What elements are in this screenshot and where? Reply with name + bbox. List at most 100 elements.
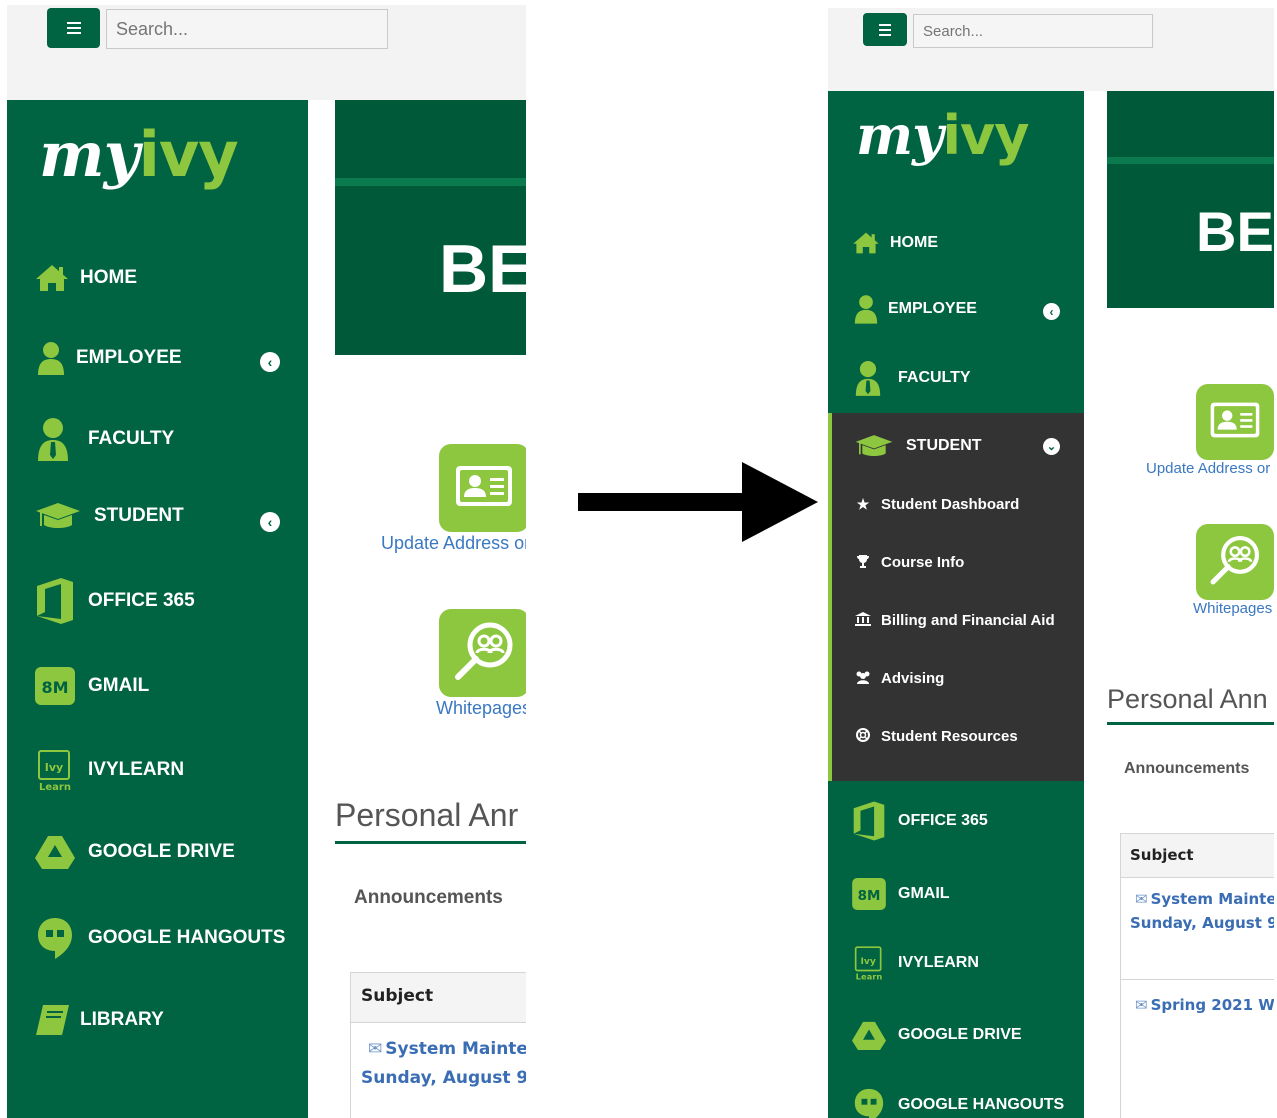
graduation-cap-icon <box>34 501 82 531</box>
top-bar <box>7 5 526 100</box>
hangouts-icon <box>34 917 76 959</box>
banner-title: BE <box>1196 200 1274 263</box>
before-screenshot: myivy HOME EMPLOYEE ‹ FACULTY STUDEN <box>7 5 526 1118</box>
nav-office365[interactable]: OFFICE 365 <box>34 578 195 624</box>
nav-google-hangouts[interactable]: GOOGLE HANGOUTS <box>34 916 285 960</box>
hamburger-menu-button[interactable] <box>863 13 907 46</box>
user-tie-icon <box>36 417 70 461</box>
nav-home[interactable]: HOME <box>34 260 137 296</box>
svg-text:8M: 8M <box>41 678 68 697</box>
myivy-logo: myivy <box>39 118 239 191</box>
whitepages-tile[interactable] <box>1196 524 1274 600</box>
graduation-cap-icon <box>854 433 894 459</box>
chevron-left-icon[interactable]: ‹ <box>260 352 280 372</box>
nav-faculty[interactable]: FACULTY <box>854 359 971 397</box>
whitepages-tile[interactable] <box>439 609 526 697</box>
nav-google-drive[interactable]: GOOGLE DRIVE <box>34 832 235 872</box>
hero-banner: BE <box>335 100 526 355</box>
gmail-icon: 8M <box>851 878 887 910</box>
announcements-table: Subject ✉ System Mainter Sunday, August 9… <box>1120 833 1274 1118</box>
update-address-link[interactable]: Update Address or <box>381 533 526 554</box>
hamburger-icon <box>879 21 891 39</box>
book-icon <box>34 1005 70 1035</box>
top-bar <box>828 8 1274 91</box>
svg-text:Ivy: Ivy <box>860 956 875 967</box>
nav-student[interactable]: STUDENT <box>854 431 1064 461</box>
user-icon <box>36 341 66 375</box>
hamburger-menu-button[interactable] <box>47 8 100 48</box>
nav-office365[interactable]: OFFICE 365 <box>851 801 988 841</box>
nav-google-hangouts[interactable]: GOOGLE HANGOUTS <box>851 1087 1064 1118</box>
nav-employee[interactable]: EMPLOYEE <box>36 338 296 378</box>
trophy-icon <box>854 554 872 571</box>
after-screenshot: myivy HOME EMPLOYEE ‹ FACULTY <box>828 8 1274 1118</box>
ivylearn-icon: Ivy Learn <box>34 749 76 791</box>
announcements-tab[interactable]: Announcements <box>1124 760 1249 778</box>
nav-home[interactable]: HOME <box>851 228 938 258</box>
update-address-tile[interactable] <box>1196 384 1274 460</box>
nav-ivylearn[interactable]: Ivy Learn IVYLEARN <box>851 944 979 982</box>
whitepages-link[interactable]: Whitepages <box>1193 600 1272 617</box>
announcement-link[interactable]: ✉ System Mainte <box>368 1039 526 1059</box>
contact-card-icon <box>1208 400 1262 445</box>
bank-icon <box>854 612 872 629</box>
svg-text:Ivy: Ivy <box>45 761 63 774</box>
submenu-student-dashboard[interactable]: ★ Student Dashboard <box>854 496 1020 513</box>
student-submenu-panel: STUDENT ⌄ ★ Student Dashboard Course Info… <box>828 413 1084 781</box>
banner-title: BE <box>439 231 526 307</box>
hangouts-icon <box>851 1088 887 1118</box>
sidebar: myivy HOME EMPLOYEE ‹ FACULTY STUDENT ⌄ … <box>828 91 1084 1118</box>
google-drive-icon <box>851 1021 887 1050</box>
section-heading: Personal Anr <box>335 797 519 833</box>
envelope-icon: ✉ <box>1135 996 1148 1014</box>
announcement-link[interactable]: ✉ Spring 2021 Wh <box>1135 996 1274 1014</box>
chevron-down-icon[interactable]: ⌄ <box>1043 438 1060 455</box>
submenu-billing-financial-aid[interactable]: Billing and Financial Aid <box>854 612 1055 629</box>
lifebuoy-icon <box>854 728 872 745</box>
nav-library[interactable]: LIBRARY <box>34 1002 164 1038</box>
section-heading: Personal Ann <box>1107 684 1268 714</box>
subject-column-header[interactable]: Subject <box>1121 834 1274 878</box>
svg-text:8M: 8M <box>858 888 881 904</box>
office-icon <box>34 578 76 624</box>
people-search-icon <box>1208 533 1262 592</box>
announcement-date[interactable]: Sunday, August 9 <box>1130 914 1274 932</box>
nav-faculty[interactable]: FACULTY <box>36 417 174 461</box>
envelope-icon: ✉ <box>1135 890 1148 908</box>
user-icon <box>853 294 879 324</box>
search-input[interactable] <box>106 9 388 49</box>
home-icon <box>851 231 881 255</box>
nav-ivylearn[interactable]: Ivy Learn IVYLEARN <box>34 748 184 792</box>
nav-employee[interactable]: EMPLOYEE <box>853 293 977 325</box>
announcement-link[interactable]: ✉ System Mainter <box>1135 890 1274 908</box>
submenu-advising[interactable]: Advising <box>854 670 944 687</box>
nav-student[interactable]: STUDENT <box>34 498 294 534</box>
contact-card-icon <box>453 463 515 514</box>
chevron-left-icon[interactable]: ‹ <box>1043 303 1060 320</box>
ivylearn-icon: Ivy Learn <box>851 945 887 981</box>
star-icon: ★ <box>856 496 870 512</box>
nav-gmail[interactable]: 8M GMAIL <box>34 666 149 706</box>
submenu-course-info[interactable]: Course Info <box>854 554 964 571</box>
myivy-logo: myivy <box>856 103 1029 167</box>
svg-text:Learn: Learn <box>39 782 71 791</box>
subject-column-header[interactable]: Subject <box>351 973 526 1023</box>
search-input[interactable] <box>913 14 1153 48</box>
nav-google-drive[interactable]: GOOGLE DRIVE <box>851 1018 1022 1052</box>
submenu-student-resources[interactable]: Student Resources <box>854 728 1018 745</box>
announcements-tab[interactable]: Announcements <box>354 887 503 909</box>
hero-banner: BE <box>1107 91 1274 308</box>
update-address-link[interactable]: Update Address or <box>1146 460 1270 477</box>
announcement-date[interactable]: Sunday, August 9 <box>361 1068 526 1088</box>
nav-gmail[interactable]: 8M GMAIL <box>851 877 950 911</box>
update-address-tile[interactable] <box>439 444 526 532</box>
user-tie-icon <box>854 360 882 396</box>
svg-text:Learn: Learn <box>856 972 883 981</box>
transition-arrow <box>578 462 818 542</box>
home-icon <box>34 263 70 293</box>
chevron-left-icon[interactable]: ‹ <box>260 512 280 532</box>
google-drive-icon <box>34 835 76 869</box>
whitepages-link[interactable]: Whitepages <box>436 698 526 719</box>
gmail-icon: 8M <box>34 667 76 705</box>
envelope-icon: ✉ <box>368 1039 383 1059</box>
